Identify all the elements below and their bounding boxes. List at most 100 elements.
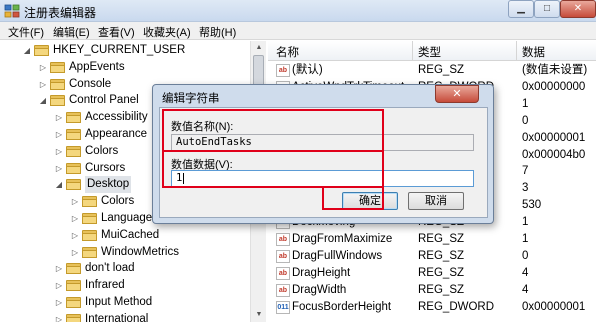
tree-item[interactable]: ◢ HKEY_CURRENT_USER	[0, 42, 250, 59]
folder-icon	[66, 313, 81, 322]
value-data-cell: 0	[522, 114, 529, 127]
value-data-cell: 0x00000000	[522, 80, 586, 93]
value-data-cell: 0x00000001	[522, 131, 586, 144]
collapse-arrow-icon[interactable]: ◢	[22, 42, 32, 59]
list-row[interactable]: ab DragFullWindows REG_SZ 0	[268, 248, 596, 265]
list-row[interactable]: ab (默认) REG_SZ (数值未设置)	[268, 62, 596, 79]
list-row[interactable]: ab DragHeight REG_SZ 4	[268, 265, 596, 282]
column-type-header[interactable]: 类型	[418, 44, 441, 60]
folder-icon	[66, 178, 81, 191]
scroll-down-icon[interactable]: ▼	[251, 308, 267, 322]
ab-string-icon: ab	[276, 283, 290, 297]
expand-arrow-icon[interactable]: ▷	[70, 227, 80, 244]
tree-item-label: Desktop	[85, 176, 132, 194]
scroll-up-icon[interactable]: ▲	[251, 41, 267, 55]
expand-arrow-icon[interactable]: ▷	[54, 109, 64, 126]
tree-item-label: Cursors	[85, 161, 126, 174]
tree-item[interactable]: ▷ AppEvents	[0, 59, 250, 76]
expand-arrow-icon[interactable]: ▷	[54, 160, 64, 177]
column-name-header[interactable]: 名称	[276, 44, 299, 60]
close-button[interactable]: ✕	[560, 0, 596, 18]
value-data-cell: 0	[522, 249, 529, 262]
value-data-cell: 1	[522, 216, 529, 229]
tree-item-label: AppEvents	[69, 60, 125, 73]
value-type-cell: REG_SZ	[418, 64, 465, 76]
collapse-arrow-icon[interactable]: ◢	[54, 176, 64, 193]
list-row[interactable]: ab DragWidth REG_SZ 4	[268, 282, 596, 299]
folder-icon	[50, 78, 65, 90]
ab-string-icon: ab	[276, 249, 290, 263]
menu-favorites[interactable]: 收藏夹(A)	[143, 24, 191, 40]
expand-arrow-icon[interactable]: ▷	[54, 126, 64, 143]
menu-bar: 文件(F) 编辑(E) 查看(V) 收藏夹(A) 帮助(H)	[0, 22, 596, 40]
value-data-cell: 4	[522, 283, 529, 296]
tree-item[interactable]: ▷ don't load	[0, 260, 250, 277]
value-type-cell: REG_SZ	[418, 266, 465, 279]
expand-arrow-icon[interactable]: ▷	[54, 143, 64, 160]
tree-item[interactable]: ▷ Input Method	[0, 294, 250, 311]
folder-icon	[82, 212, 97, 224]
ab-string-icon: ab	[276, 64, 290, 77]
value-name-cell: DragWidth	[292, 283, 347, 296]
tree-item-label: Infrared	[85, 279, 125, 292]
tree-item-label: Colors	[85, 144, 119, 157]
value-data-cell: (数值未设置)	[522, 64, 588, 76]
menu-view[interactable]: 查看(V)	[98, 24, 135, 40]
expand-arrow-icon[interactable]: ▷	[70, 210, 80, 227]
column-data-header[interactable]: 数据	[522, 44, 545, 60]
tree-item[interactable]: ▷ Infrared	[0, 277, 250, 294]
expand-arrow-icon[interactable]: ▷	[38, 59, 48, 76]
dialog-close-button[interactable]: ✕	[435, 85, 479, 103]
dialog-title: 编辑字符串	[162, 93, 220, 105]
list-row[interactable]: 011 FocusBorderHeight REG_DWORD 0x00000001	[268, 299, 596, 316]
value-type-cell: REG_DWORD	[418, 300, 495, 313]
tree-item-label: Appearance	[85, 128, 148, 140]
tree-item[interactable]: ▷ WindowMetrics	[0, 244, 250, 261]
value-data-cell: 1	[522, 233, 529, 245]
highlight-box-data	[162, 150, 384, 188]
value-name-cell: (默认)	[292, 64, 323, 76]
value-name-cell: DragFromMaximize	[292, 233, 393, 245]
expand-arrow-icon[interactable]: ▷	[54, 294, 64, 311]
value-type-cell: REG_SZ	[418, 249, 465, 262]
value-type-cell: REG_SZ	[418, 283, 465, 296]
tree-item[interactable]: ▷ MuiCached	[0, 227, 250, 244]
list-row[interactable]: ab DragFromMaximize REG_SZ 1	[268, 231, 596, 248]
list-header: 名称 类型 数据	[268, 41, 596, 61]
folder-icon	[66, 111, 81, 124]
tree-item[interactable]: ▷ International	[0, 311, 250, 322]
expand-arrow-icon[interactable]: ▷	[70, 193, 80, 210]
value-data-cell: 530	[522, 199, 542, 212]
folder-icon	[66, 296, 81, 308]
expand-arrow-icon[interactable]: ▷	[70, 244, 80, 261]
minimize-button[interactable]: ▁	[508, 0, 534, 18]
tree-item-label: MuiCached	[101, 228, 160, 241]
expand-arrow-icon[interactable]: ▷	[38, 76, 48, 93]
folder-icon	[66, 262, 81, 275]
folder-icon	[34, 44, 49, 56]
collapse-arrow-icon[interactable]: ◢	[38, 92, 48, 109]
folder-icon	[82, 246, 97, 258]
tree-item-label: Control Panel	[69, 94, 139, 107]
value-name-cell: DragFullWindows	[292, 249, 383, 262]
folder-icon	[50, 94, 65, 107]
title-bar: 注册表编辑器 ▁ □ ✕	[0, 0, 596, 22]
value-data-cell: 1	[522, 97, 529, 110]
value-data-cell: 3	[522, 182, 529, 195]
maximize-button[interactable]: □	[534, 0, 560, 18]
tree-item-label: Colors	[101, 195, 135, 208]
window-title: 注册表编辑器	[24, 6, 97, 20]
menu-help[interactable]: 帮助(H)	[199, 24, 236, 40]
folder-icon	[50, 61, 65, 73]
cancel-button[interactable]: 取消	[408, 192, 464, 210]
expand-arrow-icon[interactable]: ▷	[54, 260, 64, 277]
tree-item-label: Console	[69, 77, 112, 90]
highlight-box-name	[162, 109, 384, 152]
expand-arrow-icon[interactable]: ▷	[54, 277, 64, 294]
value-data-cell: 7	[522, 165, 529, 178]
menu-file[interactable]: 文件(F)	[8, 24, 44, 40]
expand-arrow-icon[interactable]: ▷	[54, 311, 64, 322]
tree-item-label: WindowMetrics	[101, 245, 179, 258]
highlight-box-buttons	[322, 186, 384, 210]
menu-edit[interactable]: 编辑(E)	[53, 24, 90, 40]
